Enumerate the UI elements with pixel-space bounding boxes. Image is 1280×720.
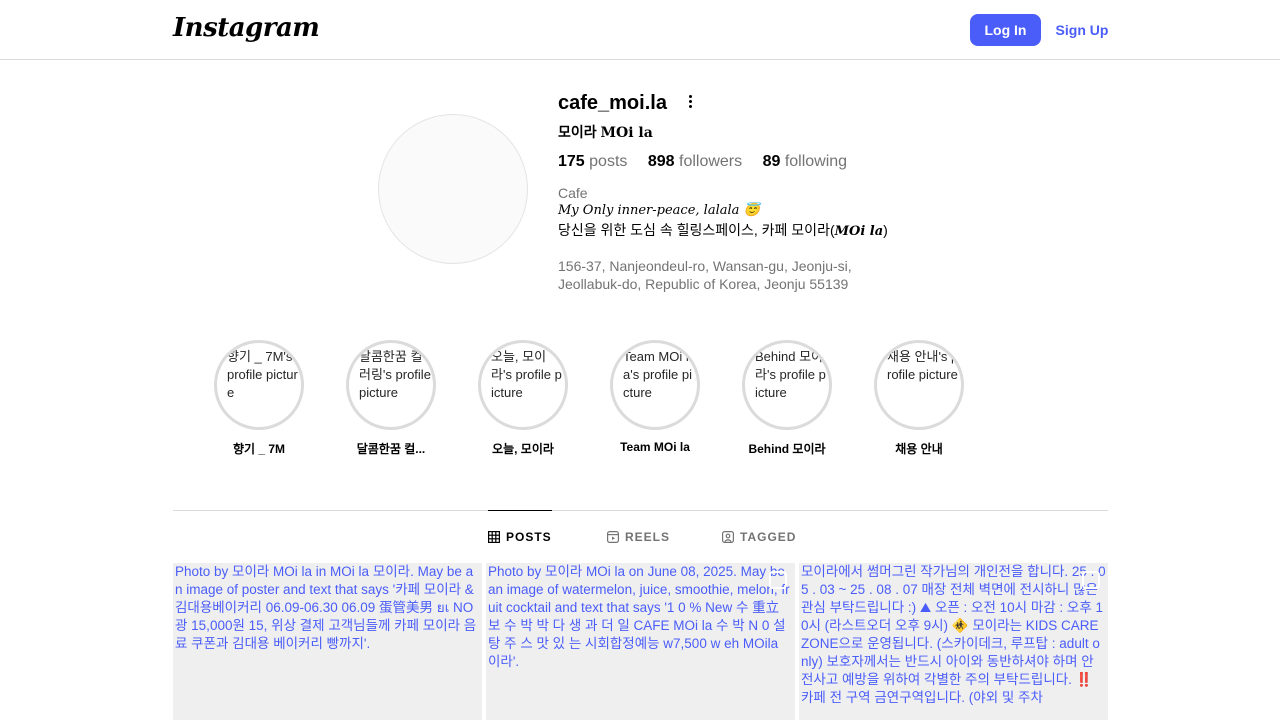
highlight-image-alt: Behind 모이라's profile picture xyxy=(755,349,826,400)
story-highlight[interactable]: Behind 모이라's profile picture Behind 모이라 xyxy=(741,340,833,457)
highlight-label: 달콤한꿈 컬... xyxy=(356,442,426,456)
highlight-image-alt: 오늘, 모이라's profile picture xyxy=(491,349,562,400)
signup-button[interactable]: Sign Up xyxy=(1052,14,1112,46)
bio-line-2: 당신을 위한 도심 속 힐링스페이스, 카페 모이라(MOi la) xyxy=(558,220,888,240)
post-image-alt: Photo by 모이라 MOi la in MOi la 모이라. May b… xyxy=(175,564,477,651)
top-nav-bar: Instagram Log In Sign Up xyxy=(0,0,1280,60)
profile-avatar[interactable] xyxy=(378,114,528,264)
profile-category: Cafe xyxy=(558,185,588,201)
tab-posts-label: POSTS xyxy=(506,530,552,544)
highlight-label: 채용 안내 xyxy=(895,442,943,456)
posts-label: posts xyxy=(584,153,628,170)
post-tile[interactable]: 모이라에서 썸머그린 작가님의 개인전을 합니다. 25 . 05 . 03 ~… xyxy=(799,563,1108,720)
story-highlight[interactable]: 향기 _ 7M's profile picture 향기 _ 7M xyxy=(213,340,305,457)
posts-stat: 175 posts xyxy=(558,153,627,170)
tab-reels[interactable]: REELS xyxy=(607,510,670,563)
story-highlight[interactable]: Team MOi la's profile picture Team MOi l… xyxy=(609,340,701,454)
followers-stat[interactable]: 898 followers xyxy=(648,153,742,170)
tab-tagged-label: TAGGED xyxy=(740,529,797,544)
more-options-icon[interactable] xyxy=(684,94,696,112)
following-stat[interactable]: 89 following xyxy=(763,153,848,170)
highlight-cover[interactable]: 달콤한꿈 컬러링's profile picture xyxy=(346,340,436,430)
highlight-image-alt: 달콤한꿈 컬러링's profile picture xyxy=(359,349,431,400)
following-label: following xyxy=(780,153,848,170)
highlight-cover[interactable]: 오늘, 모이라's profile picture xyxy=(478,340,568,430)
highlight-cover[interactable]: 채용 안내's profile picture xyxy=(874,340,964,430)
tab-reels-label: REELS xyxy=(625,529,671,544)
tab-tagged[interactable]: TAGGED xyxy=(722,510,796,563)
tagged-icon xyxy=(722,530,734,543)
profile-address: 156-37, Nanjeondeul-ro, Wansan-gu, Jeonj… xyxy=(558,258,852,292)
fullname-korean: 모이라 xyxy=(558,124,601,140)
story-highlight[interactable]: 채용 안내's profile picture 채용 안내 xyxy=(873,340,965,457)
tab-posts[interactable]: POSTS xyxy=(488,510,552,563)
highlight-label: 오늘, 모이라 xyxy=(492,442,554,456)
highlight-cover[interactable]: Behind 모이라's profile picture xyxy=(742,340,832,430)
bio-line-2-end: ) xyxy=(883,222,888,238)
highlight-cover[interactable]: 향기 _ 7M's profile picture xyxy=(214,340,304,430)
highlight-label: Behind 모이라 xyxy=(748,442,826,456)
highlight-image-alt: 향기 _ 7M's profile picture xyxy=(227,349,298,400)
reels-icon xyxy=(607,530,619,543)
highlight-image-alt: Team MOi la's profile picture xyxy=(623,349,692,400)
following-count: 89 xyxy=(762,153,781,170)
followers-label: followers xyxy=(674,153,743,170)
posts-count: 175 xyxy=(558,153,585,170)
profile-stats: 175 posts 898 followers 89 following xyxy=(558,153,863,171)
post-image-alt: Photo by 모이라 MOi la on June 08, 2025. Ma… xyxy=(488,564,790,669)
multi-photo-icon xyxy=(769,571,787,589)
highlight-image-alt: 채용 안내's profile picture xyxy=(887,349,959,382)
instagram-logo[interactable]: Instagram xyxy=(173,13,320,43)
followers-count: 898 xyxy=(647,153,675,170)
grid-icon xyxy=(488,531,500,543)
bio-line-2-korean: 당신을 위한 도심 속 힐링스페이스, 카페 모이라( xyxy=(558,222,835,238)
bio-line-2-latin: MOi la xyxy=(834,224,884,239)
bio-line-1: My Only inner-peace, lalala 😇 xyxy=(558,203,760,218)
highlight-cover[interactable]: Team MOi la's profile picture xyxy=(610,340,700,430)
story-highlight[interactable]: 오늘, 모이라's profile picture 오늘, 모이라 xyxy=(477,340,569,457)
profile-username: cafe_moi.la xyxy=(558,92,667,114)
profile-fullname: 모이라 MOi la xyxy=(558,122,653,142)
post-tile[interactable]: Photo by 모이라 MOi la on June 08, 2025. Ma… xyxy=(486,563,795,720)
fullname-latin: MOi la xyxy=(600,125,653,141)
multi-photo-icon xyxy=(1082,571,1100,589)
login-button[interactable]: Log In xyxy=(970,14,1041,46)
story-highlight[interactable]: 달콤한꿈 컬러링's profile picture 달콤한꿈 컬... xyxy=(345,340,437,457)
highlight-label: 향기 _ 7M xyxy=(232,442,286,456)
highlight-label: Team MOi la xyxy=(620,440,690,454)
post-image-alt: 모이라에서 썸머그린 작가님의 개인전을 합니다. 25 . 05 . 03 ~… xyxy=(801,564,1106,705)
post-tile[interactable]: Photo by 모이라 MOi la in MOi la 모이라. May b… xyxy=(173,563,482,720)
